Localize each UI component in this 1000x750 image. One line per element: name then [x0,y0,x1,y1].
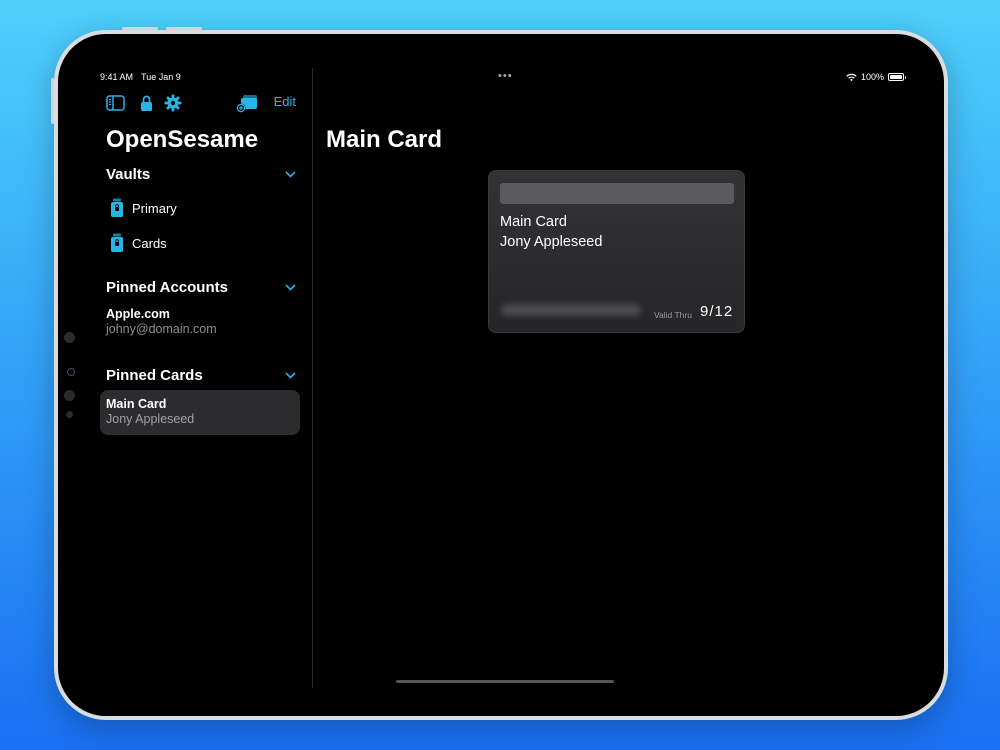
edit-button[interactable]: Edit [274,94,296,109]
pinned-accounts-header[interactable]: Pinned Accounts [106,277,296,297]
decor-dot [67,368,75,376]
card-holder: Jony Appleseed [106,412,195,426]
sidebar: Edit OpenSesame Vaults Primary Cards Pin… [58,34,312,716]
chevron-down-icon[interactable] [285,170,296,178]
battery-icon [888,73,906,81]
card-name: Main Card [500,214,567,230]
vault-icon [111,233,123,252]
card-header-bar [500,183,734,204]
status-bar-right: 100% [846,72,906,82]
credit-card[interactable]: Main Card Jony Appleseed Valid Thru 9/12 [488,170,745,333]
app-title: OpenSesame [106,126,259,153]
volume-button [166,27,202,30]
sidebar-toolbar: Edit [106,92,296,116]
pinned-card-item[interactable]: Main Card Jony Appleseed [100,390,300,435]
sidebar-divider [312,68,313,688]
ipad-frame: 9:41 AM Tue Jan 9 ••• 100% Edit OpenSesa… [51,27,948,720]
pinned-cards-section: Pinned Cards [106,365,296,385]
lock-icon[interactable] [140,92,153,114]
wifi-icon [846,73,857,81]
decor-dot [64,332,75,343]
sidebar-icon[interactable] [106,92,125,114]
valid-thru-label: Valid Thru [654,310,692,320]
vaults-section: Vaults Primary Cards [106,164,296,254]
pinned-cards-header[interactable]: Pinned Cards [106,365,296,385]
sidebar-item-label: Primary [132,200,177,216]
card-name: Main Card [106,397,167,411]
valid-thru-value: 9/12 [700,303,734,320]
add-card-icon[interactable] [236,92,258,114]
home-indicator[interactable] [396,680,614,683]
power-button [51,78,54,124]
page-title: Main Card [326,126,443,153]
screen: 9:41 AM Tue Jan 9 ••• 100% Edit OpenSesa… [58,34,944,716]
vault-icon [111,198,123,217]
card-number-redacted [501,304,641,316]
chevron-down-icon[interactable] [285,371,296,379]
pinned-cards-title: Pinned Cards [106,366,203,384]
card-holder: Jony Appleseed [500,234,603,250]
sidebar-item-primary[interactable]: Primary [106,197,296,219]
gear-icon[interactable] [164,92,182,114]
volume-button [122,27,158,30]
sidebar-item-label: Cards [132,235,167,251]
pinned-accounts-section: Pinned Accounts Apple.com johny@domain.c… [106,277,296,336]
decor-dot [66,411,73,418]
pinned-accounts-title: Pinned Accounts [106,278,228,296]
pinned-account-item[interactable]: Apple.com johny@domain.com [106,307,296,336]
account-username: johny@domain.com [106,322,217,336]
vaults-header[interactable]: Vaults [106,164,296,184]
decor-dot [64,390,75,401]
vaults-title: Vaults [106,165,151,183]
battery-percent: 100% [860,72,884,82]
multitasking-dots[interactable]: ••• [498,70,513,82]
account-name: Apple.com [106,307,170,321]
sidebar-item-cards[interactable]: Cards [106,232,296,254]
chevron-down-icon[interactable] [285,283,296,291]
